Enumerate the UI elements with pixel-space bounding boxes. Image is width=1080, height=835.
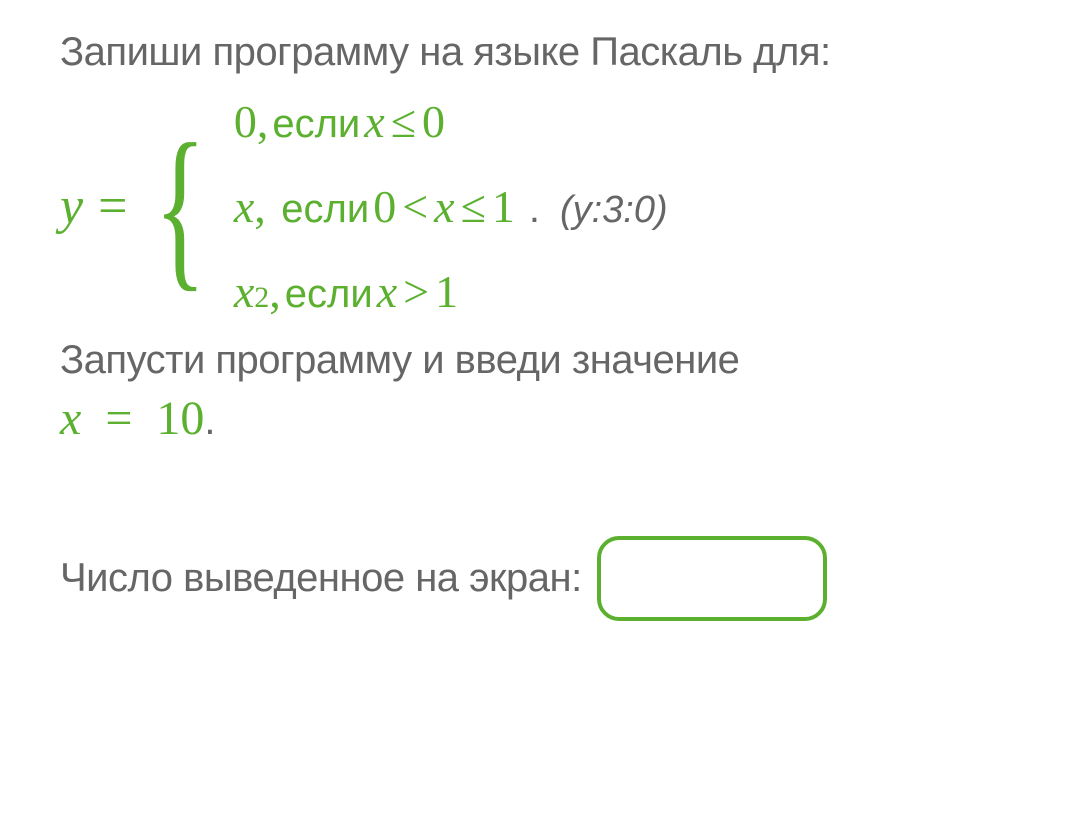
period-after-cases: .: [529, 187, 540, 232]
case-3-op: >: [403, 265, 429, 318]
case-1-var: x: [364, 95, 384, 148]
answer-input[interactable]: [597, 536, 827, 621]
case-3-base: x: [234, 265, 254, 318]
instruction-text: Запиши программу на языке Паскаль для:: [60, 30, 1020, 75]
case-3: x2, если x > 1: [234, 265, 668, 318]
case-2-op2: ≤: [461, 180, 486, 233]
case-2-if: если: [281, 187, 369, 232]
x-assignment: x = 10.: [60, 391, 1020, 446]
case-3-if: если: [285, 272, 373, 317]
x-equals: =: [105, 392, 132, 445]
case-1-value: 0: [234, 95, 257, 148]
case-3-val: 1: [435, 265, 458, 318]
case-2: x, если 0 < x ≤ 1 . (y:3:0): [234, 180, 668, 233]
case-3-exponent: 2: [254, 281, 269, 315]
formula-lhs: y: [60, 177, 83, 236]
case-2-op1: <: [402, 180, 428, 233]
answer-label: Число выведенное на экран:: [60, 556, 582, 601]
x-val: 10: [156, 392, 204, 445]
answer-row: Число выведенное на экран:: [60, 536, 1020, 621]
cases-list: 0, если x ≤ 0 x, если 0 < x ≤ 1 . (y:3:0…: [234, 95, 668, 318]
case-1-if: если: [272, 102, 360, 147]
case-2-left: 0: [373, 180, 396, 233]
format-note: (y:3:0): [560, 189, 668, 232]
case-1-op: ≤: [391, 95, 416, 148]
x-var: x: [60, 392, 81, 445]
case-3-var: x: [377, 265, 397, 318]
case-2-var: x: [434, 180, 454, 233]
case-2-value: x: [234, 180, 254, 233]
case-2-right: 1: [492, 180, 515, 233]
piecewise-formula: y = { 0, если x ≤ 0 x, если 0 < x ≤ 1 . …: [60, 95, 1020, 318]
run-instruction: Запусти программу и введи значение: [60, 338, 1020, 383]
case-1: 0, если x ≤ 0: [234, 95, 668, 148]
equals-sign: =: [98, 177, 127, 236]
case-1-val: 0: [422, 95, 445, 148]
